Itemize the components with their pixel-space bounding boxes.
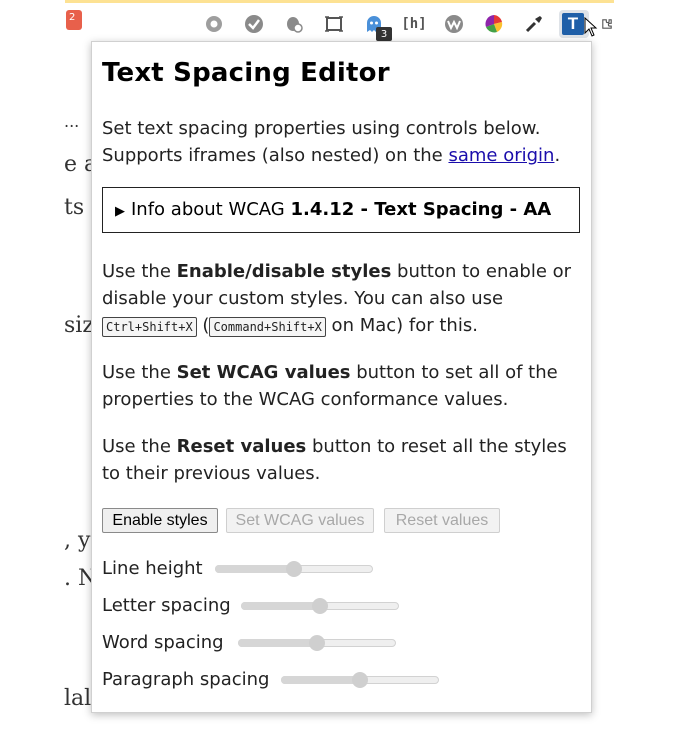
set-wcag-values-button[interactable]: Set WCAG values xyxy=(226,508,374,533)
page-title: Text Spacing Editor xyxy=(102,58,390,88)
paragraph-spacing-label: Paragraph spacing xyxy=(102,669,270,690)
enable-para-suffix: on Mac) for this. xyxy=(325,315,478,336)
gear-extension-icon[interactable] xyxy=(202,12,226,36)
bg-fragment-7: lal xyxy=(64,686,92,711)
word-spacing-slider-fill xyxy=(238,639,316,647)
puzzle-extension-icon[interactable] xyxy=(600,12,614,36)
wcag-info-disclosure[interactable]: ▶ Info about WCAG 1.4.12 - Text Spacing -… xyxy=(102,187,580,233)
eyedropper-extension-icon[interactable] xyxy=(522,12,546,36)
letter-spacing-slider-fill xyxy=(241,602,319,610)
enable-styles-paragraph: Use the Enable/disable styles button to … xyxy=(102,258,582,341)
wave-extension-icon[interactable] xyxy=(442,12,466,36)
letter-spacing-slider[interactable] xyxy=(241,598,399,614)
bg-fragment-4: siz xyxy=(64,313,94,338)
screenshot-extension-icon[interactable] xyxy=(322,12,346,36)
intro-line-1: Set text spacing properties using contro… xyxy=(102,118,541,139)
letter-spacing-slider-thumb[interactable] xyxy=(312,598,328,614)
line-height-slider-fill xyxy=(215,565,293,573)
enable-para-prefix: Use the xyxy=(102,261,177,282)
reset-para-bold: Reset values xyxy=(176,436,307,457)
headings-extension-icon[interactable]: [h] xyxy=(401,12,426,36)
favicon-icon: 2 xyxy=(66,10,82,30)
paragraph-spacing-slider[interactable] xyxy=(281,672,439,688)
reset-values-paragraph: Use the Reset values button to reset all… xyxy=(102,433,582,487)
word-spacing-label: Word spacing xyxy=(102,632,224,653)
text-spacing-extension-icon[interactable]: T xyxy=(562,13,584,35)
line-height-label: Line height xyxy=(102,558,203,579)
ghost-extension-badge: 3 xyxy=(376,27,392,41)
letter-spacing-label: Letter spacing xyxy=(102,595,231,616)
wcag-para-bold: Set WCAG values xyxy=(176,362,351,383)
mouse-cursor-icon xyxy=(584,16,598,41)
bg-fragment-5: , y xyxy=(64,528,91,553)
reset-values-button[interactable]: Reset values xyxy=(384,508,500,533)
bg-fragment-3: ts xyxy=(64,195,85,220)
enable-para-bold: Enable/disable styles xyxy=(176,261,392,282)
paragraph-spacing-slider-fill xyxy=(281,676,359,684)
intro-line-2-suffix: . xyxy=(554,145,561,166)
page-top-border xyxy=(65,0,614,3)
favicon-badge: 2 xyxy=(69,12,76,23)
check-extension-icon[interactable] xyxy=(242,12,266,36)
color-wheel-extension-icon[interactable] xyxy=(482,12,506,36)
same-origin-link[interactable]: same origin xyxy=(448,145,554,166)
paragraph-spacing-slider-thumb[interactable] xyxy=(352,672,368,688)
reset-para-prefix: Use the xyxy=(102,436,177,457)
enable-styles-button[interactable]: Enable styles xyxy=(102,508,218,533)
intro-paragraph: Set text spacing properties using contro… xyxy=(102,115,582,169)
wcag-para-prefix: Use the xyxy=(102,362,177,383)
line-height-slider[interactable] xyxy=(215,561,373,577)
word-spacing-slider-thumb[interactable] xyxy=(309,635,325,651)
command-shift-x-shortcut: Command+Shift+X xyxy=(209,317,326,337)
set-wcag-paragraph: Use the Set WCAG values button to set al… xyxy=(102,359,582,413)
wcag-info-prefix: Info about WCAG xyxy=(131,199,291,220)
word-spacing-slider[interactable] xyxy=(238,635,396,651)
wcag-info-criterion: 1.4.12 - Text Spacing - AA xyxy=(290,199,552,220)
enable-para-paren: ( xyxy=(196,315,210,336)
intro-line-2-prefix: Supports iframes (also nested) on the xyxy=(102,145,449,166)
bug-extension-icon[interactable] xyxy=(282,12,306,36)
ctrl-shift-x-shortcut: Ctrl+Shift+X xyxy=(102,317,197,337)
disclosure-triangle-icon: ▶ xyxy=(115,204,125,219)
text-spacing-editor-popup: Text Spacing Editor Set text spacing pro… xyxy=(91,41,592,713)
line-height-slider-thumb[interactable] xyxy=(286,561,302,577)
bg-fragment-1: ... xyxy=(64,112,80,131)
